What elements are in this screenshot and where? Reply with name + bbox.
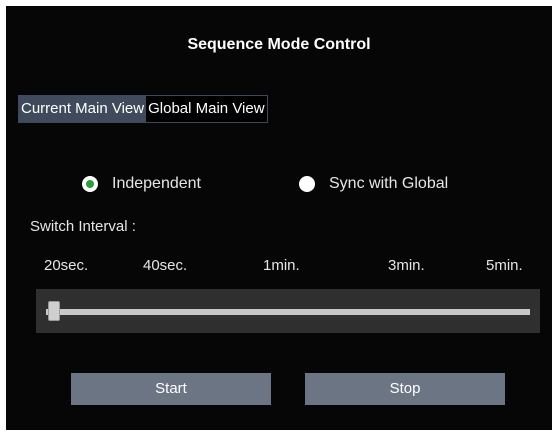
tick-label: 3min. <box>388 257 425 274</box>
stop-button[interactable]: Stop <box>305 373 505 405</box>
radio-independent-label: Independent <box>112 175 201 192</box>
radio-sync-label: Sync with Global <box>329 175 449 192</box>
tick-label: 5min. <box>486 257 523 274</box>
tick-label: 20sec. <box>44 257 89 274</box>
slider-thumb[interactable] <box>48 301 60 321</box>
radio-independent[interactable]: Independent <box>82 175 201 193</box>
tick-label: 1min. <box>263 257 300 274</box>
view-tabs: Current Main View Global Main View <box>18 95 268 123</box>
switch-interval-label: Switch Interval : <box>30 218 136 235</box>
interval-slider[interactable] <box>36 289 540 333</box>
radio-unchecked-icon[interactable] <box>299 176 315 192</box>
start-button[interactable]: Start <box>71 373 271 405</box>
panel-title: Sequence Mode Control <box>187 36 371 53</box>
tab-global-main-view[interactable]: Global Main View <box>146 96 267 122</box>
radio-checked-icon[interactable] <box>82 176 98 192</box>
tab-current-main-view[interactable]: Current Main View <box>19 96 147 122</box>
tick-label: 40sec. <box>143 257 188 274</box>
radio-sync-with-global[interactable]: Sync with Global <box>299 175 448 193</box>
sequence-mode-panel: Sequence Mode Control Current Main View … <box>6 6 552 430</box>
slider-track[interactable] <box>46 309 530 315</box>
